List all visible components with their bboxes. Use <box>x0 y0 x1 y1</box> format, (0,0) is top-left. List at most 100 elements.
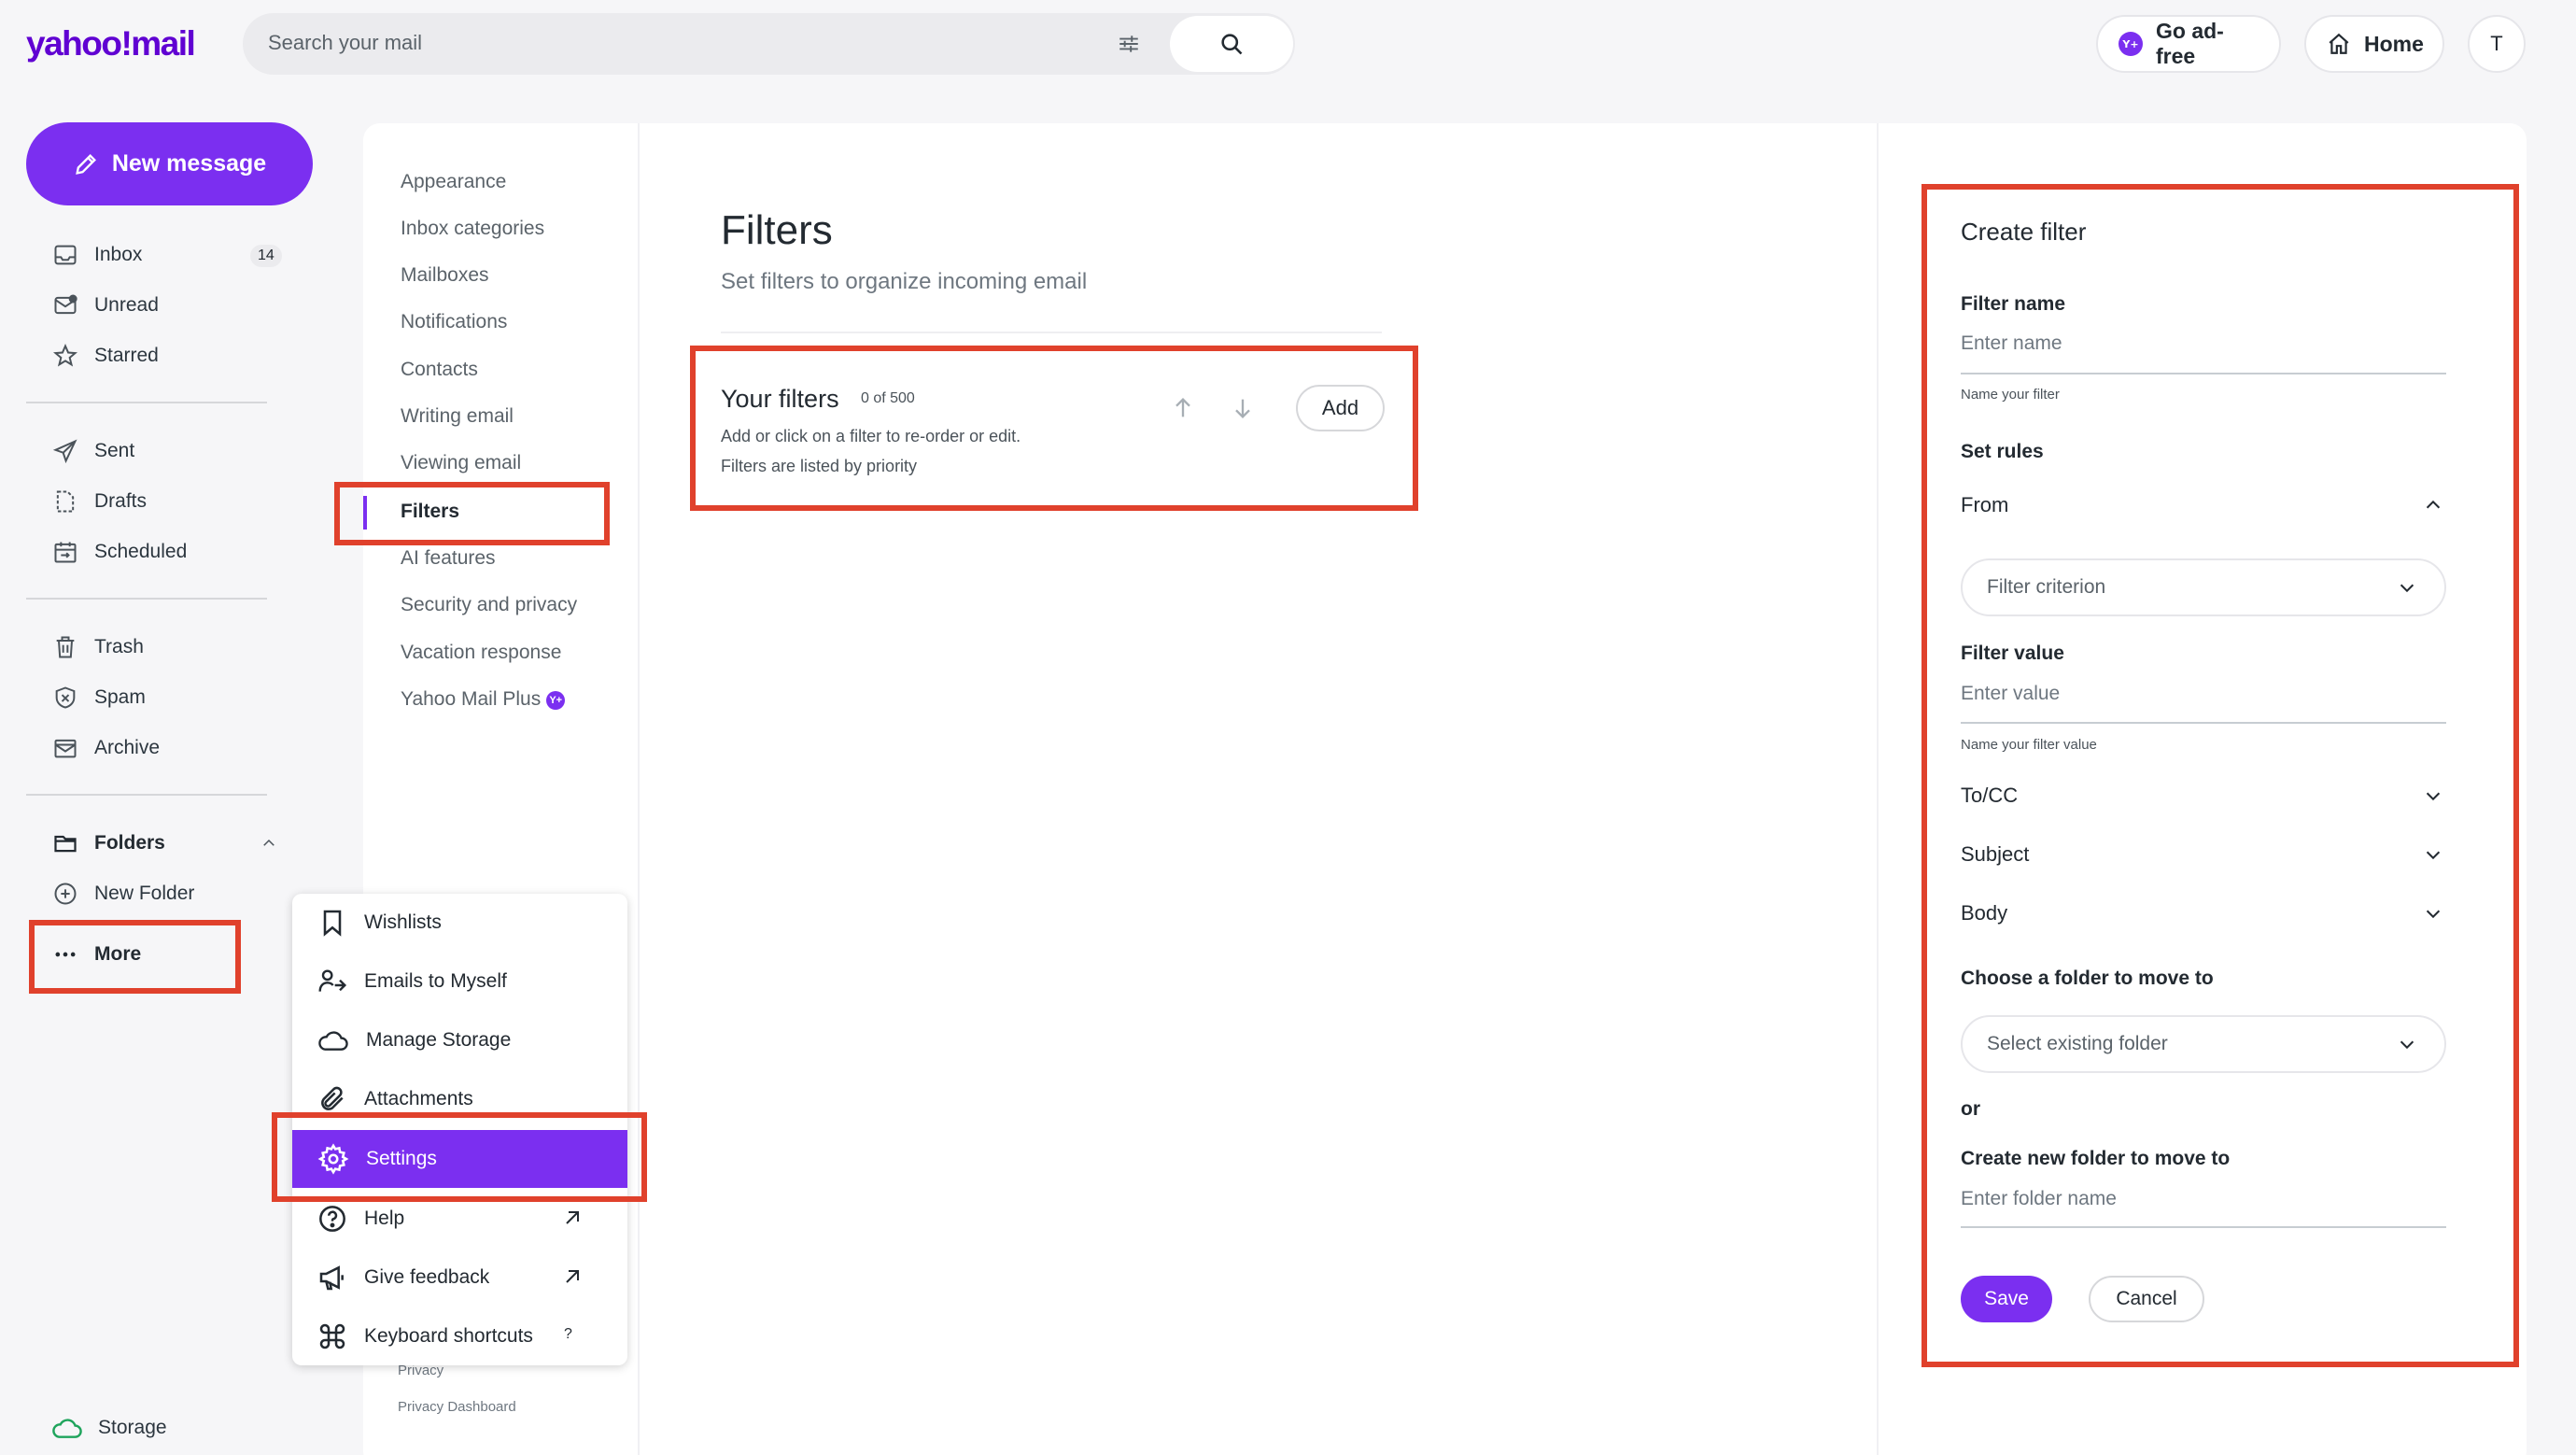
search-options-icon[interactable] <box>1117 32 1141 56</box>
nav-spam[interactable]: Spam <box>51 682 146 713</box>
new-message-button[interactable]: New message <box>26 122 313 205</box>
settings-nav-security-privacy[interactable]: Security and privacy <box>401 594 577 616</box>
add-filter-button[interactable]: Add <box>1296 385 1385 431</box>
menu-help[interactable]: Help <box>317 1200 404 1237</box>
search-icon <box>1218 31 1245 57</box>
nav-starred-label: Starred <box>94 345 159 366</box>
rule-body-toggle[interactable]: Body <box>1961 899 2446 927</box>
settings-nav-mailboxes[interactable]: Mailboxes <box>401 264 489 287</box>
filter-criterion-select[interactable]: Filter criterion <box>1961 558 2446 616</box>
filters-count: 0 of 500 <box>861 390 915 406</box>
nav-more-label: More <box>94 943 142 965</box>
create-folder-label: Create new folder to move to <box>1961 1148 2231 1169</box>
person-reply-icon <box>317 967 347 996</box>
plus-circle-icon <box>51 881 79 907</box>
scheduled-icon <box>51 539 79 565</box>
chevron-down-icon <box>2394 1034 2420 1054</box>
rule-tocc-label: To/CC <box>1961 784 2019 807</box>
archive-icon <box>51 735 79 761</box>
cancel-button[interactable]: Cancel <box>2089 1276 2204 1322</box>
chevron-down-icon <box>2394 577 2420 598</box>
nav-sent[interactable]: Sent <box>51 435 134 467</box>
menu-give-feedback[interactable]: Give feedback <box>317 1259 489 1296</box>
settings-nav-contacts[interactable]: Contacts <box>401 359 478 381</box>
menu-emails-to-myself[interactable]: Emails to Myself <box>317 963 507 1000</box>
nav-more[interactable]: More <box>51 939 141 970</box>
filter-name-underline <box>1961 373 2446 374</box>
privacy-dashboard-link[interactable]: Privacy Dashboard <box>398 1399 516 1415</box>
home-icon <box>2327 32 2351 56</box>
rule-from-label: From <box>1961 493 2009 516</box>
nav-new-folder[interactable]: New Folder <box>51 878 194 910</box>
cloud-icon <box>51 1415 83 1441</box>
nav-sent-label: Sent <box>94 440 135 461</box>
yahoo-mail-logo[interactable]: yahoo!mail <box>26 24 196 64</box>
gear-icon <box>317 1143 349 1175</box>
svg-text:Y+: Y+ <box>2121 38 2138 50</box>
settings-nav-filters[interactable]: Filters <box>401 501 459 523</box>
settings-nav-inbox-categories[interactable]: Inbox categories <box>401 218 544 240</box>
settings-nav-viewing-email[interactable]: Viewing email <box>401 452 521 474</box>
menu-emails-to-myself-label: Emails to Myself <box>364 970 507 992</box>
menu-attachments[interactable]: Attachments <box>317 1081 473 1118</box>
search-input[interactable]: Search your mail <box>268 31 422 55</box>
nav-drafts[interactable]: Drafts <box>51 486 147 517</box>
draft-icon <box>51 488 79 515</box>
nav-unread[interactable]: Unread <box>51 290 159 321</box>
settings-nav-notifications[interactable]: Notifications <box>401 311 507 333</box>
shortcut-key-hint: ? <box>564 1326 572 1342</box>
go-ad-free-button[interactable]: Y+ Go ad-free <box>2096 15 2281 73</box>
page-subtitle: Set filters to organize incoming email <box>721 269 1088 294</box>
save-button[interactable]: Save <box>1961 1276 2052 1322</box>
send-icon <box>51 438 79 464</box>
select-folder-value: Select existing folder <box>1987 1033 2168 1054</box>
settings-nav-active-indicator <box>363 496 367 530</box>
menu-settings-label: Settings <box>366 1148 437 1169</box>
choose-folder-label: Choose a folder to move to <box>1961 968 2214 989</box>
search-button[interactable] <box>1170 16 1293 72</box>
move-up-arrow-icon[interactable] <box>1170 394 1196 422</box>
filter-criterion-value: Filter criterion <box>1987 576 2106 598</box>
move-down-arrow-icon[interactable] <box>1230 394 1256 422</box>
avatar[interactable]: T <box>2468 15 2526 73</box>
nav-starred[interactable]: Starred <box>51 340 159 372</box>
menu-wishlists[interactable]: Wishlists <box>317 904 442 941</box>
nav-divider <box>26 794 267 796</box>
nav-storage[interactable]: Storage <box>51 1412 167 1444</box>
nav-inbox[interactable]: Inbox <box>51 239 142 271</box>
menu-manage-storage-label: Manage Storage <box>366 1029 512 1051</box>
menu-help-label: Help <box>364 1208 405 1229</box>
settings-nav-appearance[interactable]: Appearance <box>401 171 506 193</box>
nav-folders[interactable]: Folders <box>51 827 165 859</box>
rule-body-label: Body <box>1961 901 2008 925</box>
filters-divider <box>721 332 1382 333</box>
nav-scheduled-label: Scheduled <box>94 541 188 562</box>
settings-nav-vacation-response[interactable]: Vacation response <box>401 642 561 664</box>
menu-manage-storage[interactable]: Manage Storage <box>317 1022 511 1059</box>
nav-archive[interactable]: Archive <box>51 732 160 764</box>
rule-from-toggle[interactable]: From <box>1961 491 2446 519</box>
nav-scheduled[interactable]: Scheduled <box>51 536 187 568</box>
settings-nav-ai-features[interactable]: AI features <box>401 547 496 570</box>
spam-shield-icon <box>51 685 79 711</box>
settings-nav-writing-email[interactable]: Writing email <box>401 405 514 428</box>
filter-name-input[interactable]: Enter name <box>1961 332 2062 355</box>
select-folder-dropdown[interactable]: Select existing folder <box>1961 1015 2446 1073</box>
filters-description: Add or click on a filter to re-order or … <box>721 427 1021 445</box>
nav-new-folder-label: New Folder <box>94 883 195 904</box>
home-label: Home <box>2364 31 2424 56</box>
external-link-icon <box>561 1207 584 1229</box>
nav-drafts-label: Drafts <box>94 490 148 512</box>
settings-nav-yahoo-mail-plus[interactable]: Yahoo Mail Plus Y+ <box>401 688 566 711</box>
rule-subject-toggle[interactable]: Subject <box>1961 841 2446 869</box>
nav-trash[interactable]: Trash <box>51 631 144 663</box>
your-filters-heading: Your filters <box>721 385 839 413</box>
folder-name-input[interactable]: Enter folder name <box>1961 1188 2117 1210</box>
folders-collapse-chevron-icon[interactable] <box>259 835 279 852</box>
menu-keyboard-shortcuts[interactable]: Keyboard shortcuts <box>317 1318 533 1355</box>
home-button[interactable]: Home <box>2304 15 2444 73</box>
filter-value-input[interactable]: Enter value <box>1961 683 2060 705</box>
menu-settings[interactable]: Settings <box>317 1140 437 1178</box>
nav-archive-label: Archive <box>94 737 161 758</box>
rule-tocc-toggle[interactable]: To/CC <box>1961 782 2446 810</box>
